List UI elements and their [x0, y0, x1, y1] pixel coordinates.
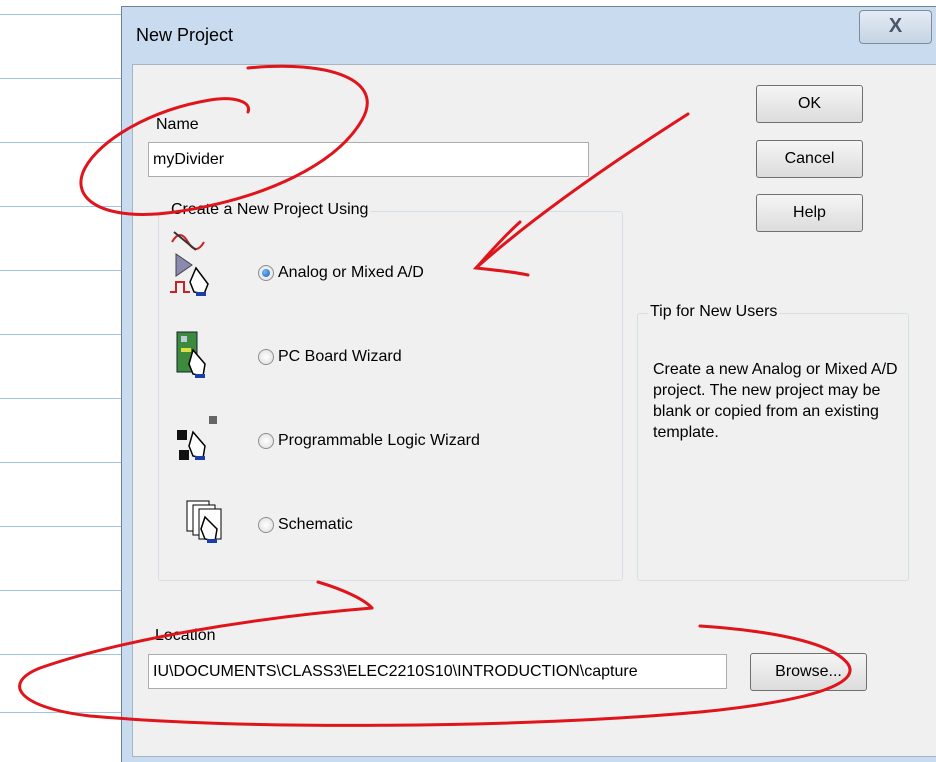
tip-text: Create a new Analog or Mixed A/D project… — [653, 361, 898, 441]
new-project-dialog: New Project X Name OK Cancel Help Create… — [121, 6, 936, 762]
browse-button[interactable]: Browse... — [750, 653, 867, 691]
close-icon: X — [888, 15, 903, 37]
radio-analog-mixed[interactable] — [258, 265, 274, 281]
name-input[interactable] — [148, 142, 589, 177]
tip-group-title: Tip for New Users — [648, 303, 780, 321]
option-programmable-logic[interactable]: Programmable Logic Wizard — [258, 432, 480, 450]
option-analog-mixed-label: Analog or Mixed A/D — [278, 264, 424, 281]
option-schematic[interactable]: Schematic — [258, 516, 353, 534]
option-pc-board[interactable]: PC Board Wizard — [258, 348, 402, 366]
radio-schematic[interactable] — [258, 517, 274, 533]
create-group-title: Create a New Project Using — [169, 201, 371, 219]
schematic-icon — [186, 500, 222, 543]
option-programmable-logic-label: Programmable Logic Wizard — [278, 432, 480, 449]
location-label: Location — [155, 627, 216, 644]
name-label: Name — [156, 116, 199, 133]
close-button[interactable]: X — [859, 10, 932, 44]
cancel-button[interactable]: Cancel — [756, 140, 863, 178]
radio-programmable-logic[interactable] — [258, 433, 274, 449]
pc-board-icon — [176, 331, 206, 378]
programmable-logic-icon — [177, 416, 217, 460]
radio-pc-board[interactable] — [258, 349, 274, 365]
option-analog-mixed[interactable]: Analog or Mixed A/D — [258, 264, 424, 282]
option-schematic-label: Schematic — [278, 516, 353, 533]
location-input[interactable] — [148, 654, 727, 689]
tip-group: Tip for New Users — [637, 303, 909, 581]
notebook-ruled-lines — [0, 0, 140, 762]
ok-button[interactable]: OK — [756, 85, 863, 123]
analog-mixed-icon — [170, 231, 209, 296]
dialog-client-area: Name OK Cancel Help Create a New Project… — [132, 64, 936, 757]
option-pc-board-label: PC Board Wizard — [278, 348, 402, 365]
help-button[interactable]: Help — [756, 194, 863, 232]
dialog-title: New Project — [136, 25, 234, 45]
